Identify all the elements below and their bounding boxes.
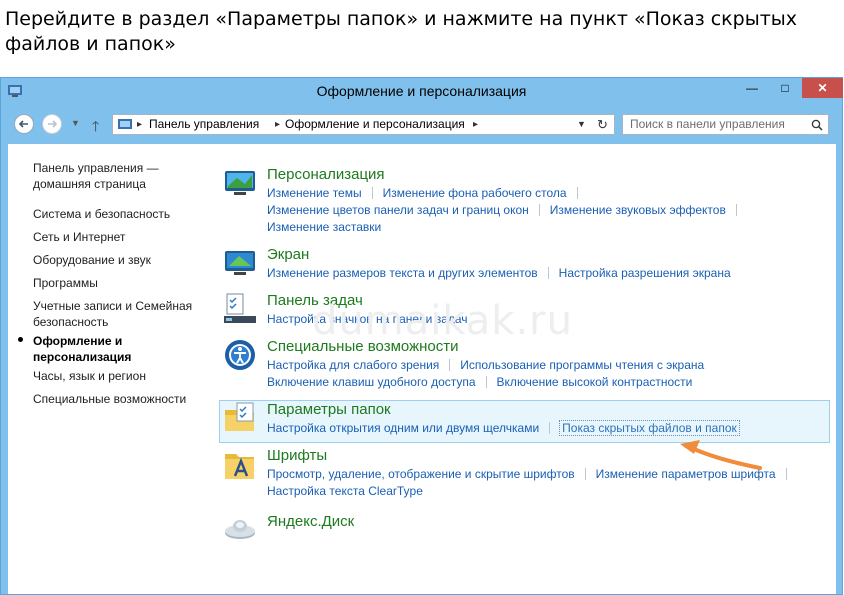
link-text-size[interactable]: Изменение размеров текста и других элеме… <box>267 266 538 280</box>
back-button[interactable] <box>14 114 34 134</box>
category-title-yandex-disk[interactable]: Яндекс.Диск <box>267 513 354 530</box>
sidebar-item-programs[interactable]: Программы <box>33 275 203 291</box>
link-sticky-keys[interactable]: Включение клавиш удобного доступа <box>267 375 476 389</box>
search-input[interactable]: Поиск в панели управления <box>622 114 829 135</box>
taskbar-icon <box>224 293 256 323</box>
link-row: Изменение цветов панели задач и границ о… <box>267 203 747 217</box>
sidebar-item-home[interactable]: Панель управления — домашняя страница <box>33 160 203 192</box>
link-change-theme[interactable]: Изменение темы <box>267 186 362 200</box>
personalization-icon <box>225 171 255 195</box>
sidebar-item-user-accounts[interactable]: Учетные записи и Семейная безопасность <box>33 298 203 330</box>
link-change-sounds[interactable]: Изменение звуковых эффектов <box>550 203 726 217</box>
pointer-arrow-icon <box>680 440 762 470</box>
content-area: Панель управления — домашняя страница Си… <box>8 144 836 594</box>
breadcrumb-separator: ▸ <box>473 119 479 130</box>
sidebar-item-clock-language[interactable]: Часы, язык и регион <box>33 368 203 384</box>
link-row: Настройка текста ClearType <box>267 484 423 498</box>
up-button[interactable]: 🡑 <box>92 116 99 140</box>
back-arrow-icon <box>18 120 28 128</box>
minimize-button[interactable]: — <box>737 78 767 98</box>
link-single-double-click[interactable]: Настройка открытия одним или двумя щелчк… <box>267 421 539 435</box>
fonts-icon <box>225 454 254 479</box>
breadcrumb-separator: ▸ <box>275 119 281 130</box>
link-screen-resolution[interactable]: Настройка разрешения экрана <box>559 266 731 280</box>
category-title-fonts[interactable]: Шрифты <box>267 447 327 464</box>
maximize-button[interactable]: □ <box>770 78 800 98</box>
link-change-taskbar-colors[interactable]: Изменение цветов панели задач и границ о… <box>267 203 529 217</box>
link-change-background[interactable]: Изменение фона рабочего стола <box>383 186 567 200</box>
recent-pages-dropdown[interactable]: ▼ <box>71 118 80 128</box>
link-row: Настройка для слабого зрения Использован… <box>267 358 704 372</box>
title-bar: Оформление и персонализация — □ ✕ <box>1 78 843 106</box>
breadcrumb-control-panel[interactable]: Панель управления <box>149 115 259 134</box>
search-icon <box>811 115 823 136</box>
category-title-display[interactable]: Экран <box>267 246 309 263</box>
link-screen-reader[interactable]: Использование программы чтения с экрана <box>460 358 704 372</box>
active-bullet <box>18 337 23 342</box>
link-row: Изменение заставки <box>267 220 381 234</box>
accessibility-icon <box>225 340 255 370</box>
display-icon <box>225 251 255 275</box>
address-bar[interactable]: ▸ Панель управления ▸ Оформление и персо… <box>112 114 615 135</box>
refresh-icon[interactable]: ↻ <box>597 115 608 134</box>
link-cleartype[interactable]: Настройка текста ClearType <box>267 484 423 498</box>
sidebar-item-system-security[interactable]: Система и безопасность <box>33 206 203 222</box>
link-low-vision[interactable]: Настройка для слабого зрения <box>267 358 439 372</box>
link-view-fonts[interactable]: Просмотр, удаление, отображение и скрыти… <box>267 467 575 481</box>
sidebar-item-appearance: Оформление и персонализация <box>33 334 132 364</box>
navigation-bar: ▼ 🡑 ▸ Панель управления ▸ Оформление и п… <box>8 106 836 144</box>
close-button[interactable]: ✕ <box>802 78 843 98</box>
forward-button[interactable] <box>42 114 62 134</box>
folder-options-icon <box>225 402 254 431</box>
sidebar-item-network[interactable]: Сеть и Интернет <box>33 229 203 245</box>
yandex-disk-icon <box>225 520 255 539</box>
link-row: Изменение темы Изменение фона рабочего с… <box>267 186 588 200</box>
link-row: Включение клавиш удобного доступа Включе… <box>267 375 692 389</box>
link-change-screensaver[interactable]: Изменение заставки <box>267 220 381 234</box>
search-placeholder: Поиск в панели управления <box>630 117 785 131</box>
breadcrumb-appearance[interactable]: Оформление и персонализация <box>285 115 465 134</box>
category-title-folder-options[interactable]: Параметры папок <box>267 401 391 418</box>
breadcrumb-separator: ▸ <box>137 119 143 130</box>
control-panel-icon <box>118 119 132 129</box>
instruction-text: Перейдите в раздел «Параметры папок» и н… <box>5 8 798 55</box>
watermark: dumaikak.ru <box>312 298 573 344</box>
category-title-personalization[interactable]: Персонализация <box>267 166 385 183</box>
window-title: Оформление и персонализация <box>316 83 527 99</box>
forward-arrow-icon <box>48 120 58 128</box>
sidebar-item-accessibility[interactable]: Специальные возможности <box>33 391 203 407</box>
link-row: Изменение размеров текста и других элеме… <box>267 266 731 280</box>
sidebar-item-hardware-sound[interactable]: Оборудование и звук <box>33 252 203 268</box>
address-dropdown-icon[interactable]: ▼ <box>577 115 586 134</box>
link-high-contrast[interactable]: Включение высокой контрастности <box>497 375 693 389</box>
